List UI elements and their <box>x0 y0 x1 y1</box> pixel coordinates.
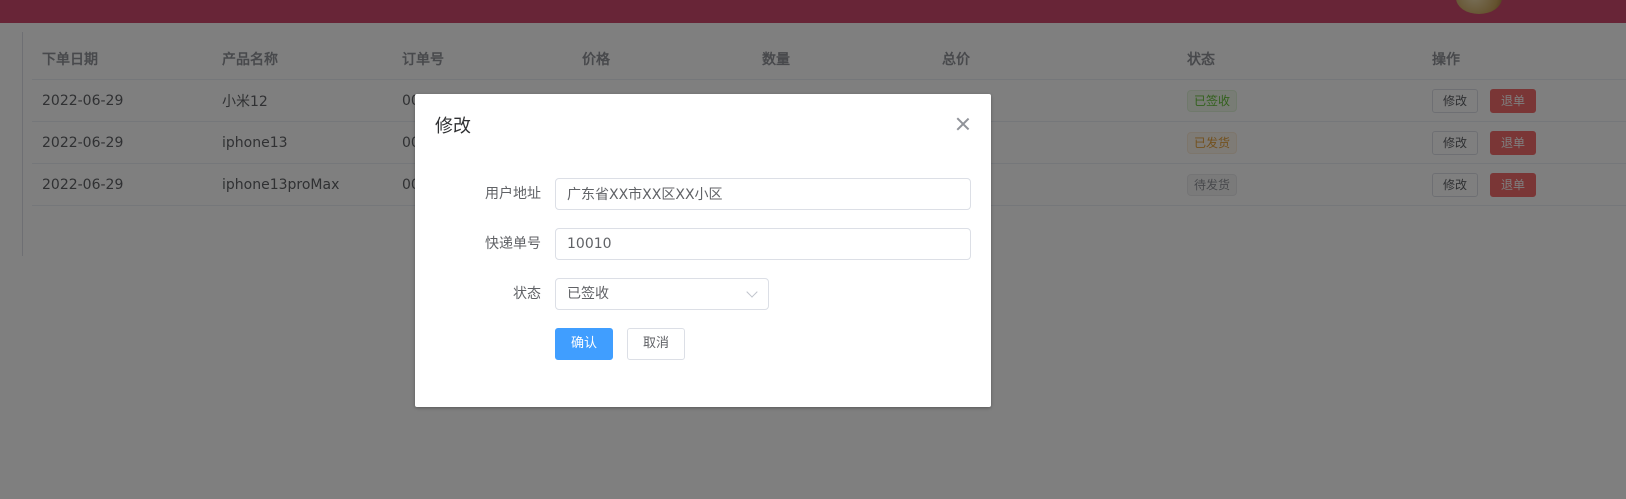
status-label: 状态 <box>513 286 541 302</box>
status-form-row: 状态 已签收 <box>415 278 991 310</box>
confirm-button[interactable]: 确认 <box>555 328 614 360</box>
dialog-actions: 确认 取消 <box>415 328 991 360</box>
address-label: 用户地址 <box>485 186 541 202</box>
status-select[interactable]: 已签收 <box>555 278 769 310</box>
tracking-number-input[interactable] <box>555 228 971 260</box>
chevron-down-icon <box>746 286 758 298</box>
cancel-button[interactable]: 取消 <box>627 328 686 360</box>
address-form-row: 用户地址 <box>415 178 991 210</box>
close-icon[interactable] <box>955 116 971 132</box>
dialog-title: 修改 <box>435 116 471 137</box>
tracking-label: 快递单号 <box>485 236 541 252</box>
address-input[interactable] <box>555 178 971 210</box>
edit-order-dialog: 修改 用户地址 快递单号 状态 已签收 确认 取消 <box>415 94 991 407</box>
status-select-value: 已签收 <box>567 286 609 302</box>
tracking-form-row: 快递单号 <box>415 228 991 260</box>
